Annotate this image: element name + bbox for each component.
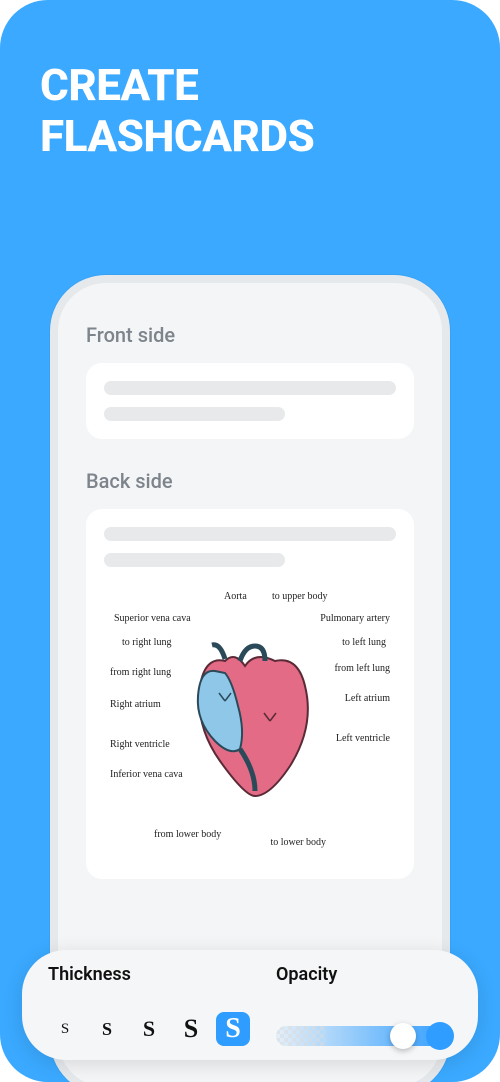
opacity-group: Opacity (276, 964, 452, 1046)
device-inner: Front side Back side (58, 283, 442, 879)
anno-to-upper-body: to upper body (272, 591, 328, 602)
opacity-knob[interactable] (390, 1023, 416, 1049)
anno-right-atrium: Right atrium (110, 699, 161, 710)
anno-left-ventricle: Left ventricle (336, 733, 390, 744)
back-side-label: Back side (86, 469, 414, 493)
anno-from-right-lung: from right lung (110, 667, 171, 678)
back-side-card[interactable]: Aorta to upper body Superior vena cava P… (86, 509, 414, 879)
front-side-card[interactable] (86, 363, 414, 439)
anno-left-atrium: Left atrium (345, 693, 390, 704)
anno-right-ventricle: Right ventricle (110, 739, 170, 750)
placeholder-line (104, 553, 285, 567)
placeholder-line (104, 407, 285, 421)
headline: CREATE FLASHCARDS (0, 0, 500, 161)
thickness-option-5[interactable]: S (216, 1012, 250, 1046)
thickness-option-2[interactable]: S (90, 1012, 124, 1046)
anno-from-lower-body: from lower body (154, 829, 221, 840)
anno-to-left-lung: to left lung (342, 637, 386, 648)
thickness-option-3[interactable]: S (132, 1012, 166, 1046)
thickness-option-1[interactable]: S (48, 1012, 82, 1046)
thickness-option-4[interactable]: S (174, 1012, 208, 1046)
headline-line-1: CREATE (40, 60, 460, 111)
headline-line-2: FLASHCARDS (40, 111, 460, 162)
thickness-label: Thickness (48, 964, 250, 985)
anno-from-left-lung: from left lung (334, 663, 390, 674)
anno-svc: Superior vena cava (114, 613, 191, 624)
drawing-toolbar: Thickness S S S S S Opacity (22, 950, 478, 1060)
placeholder-line (104, 527, 396, 541)
anno-to-lower-body: to lower body (270, 837, 326, 848)
front-side-label: Front side (86, 323, 414, 347)
anno-ivc: Inferior vena cava (110, 769, 183, 780)
opacity-max-dot (426, 1022, 454, 1050)
heart-diagram: Aorta to upper body Superior vena cava P… (104, 581, 396, 861)
opacity-label: Opacity (276, 964, 452, 985)
anno-aorta: Aorta (224, 591, 247, 602)
thickness-options: S S S S S (48, 1012, 250, 1046)
thickness-group: Thickness S S S S S (48, 964, 250, 1046)
opacity-checker-pattern (276, 1026, 325, 1046)
anno-to-right-lung: to right lung (122, 637, 171, 648)
opacity-slider[interactable] (276, 1026, 452, 1046)
promo-frame: CREATE FLASHCARDS Front side Back side (0, 0, 500, 1082)
heart-illustration (170, 631, 330, 811)
placeholder-line (104, 381, 396, 395)
anno-pulmonary-artery: Pulmonary artery (320, 613, 390, 624)
